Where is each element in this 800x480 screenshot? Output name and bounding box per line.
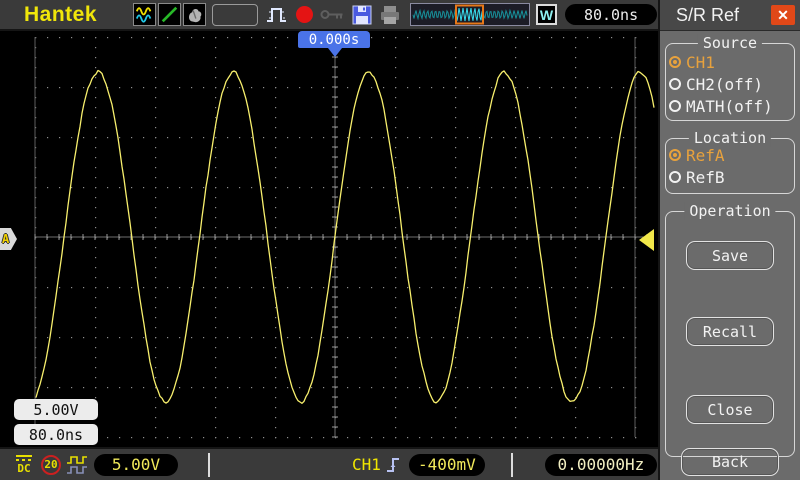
source-option-ch2-label: CH2(off) — [686, 75, 763, 94]
probe-waveform-icon-svg — [66, 454, 88, 476]
volts-per-div-label: 5.00V — [14, 399, 98, 420]
key-icon[interactable] — [320, 8, 345, 21]
menu-body: Source CH1 CH2(off) MATH(off) Location R… — [660, 31, 800, 468]
close-menu-button[interactable]: Close — [686, 395, 774, 424]
radio-icon — [669, 149, 681, 161]
status-bar: DC 20 5.00V CH1 -400mV 0.00000Hz — [0, 447, 658, 480]
time-position-marker[interactable]: 0.000s — [298, 31, 370, 48]
hantek-logo: Hantek — [24, 3, 97, 27]
empty-selector[interactable] — [212, 4, 258, 26]
operation-group-legend: Operation — [684, 202, 775, 220]
rising-edge-icon — [385, 455, 405, 475]
dc-dashed-line — [16, 459, 32, 461]
record-icon[interactable] — [296, 6, 313, 23]
probe-waveform-icon — [66, 454, 88, 476]
divider — [511, 453, 513, 477]
menu-panel: S/R Ref ✕ Source CH1 CH2(off) MATH(off) … — [658, 0, 800, 480]
close-icon[interactable]: ✕ — [771, 5, 795, 25]
top-toolbar: Hantek — [0, 0, 658, 31]
radio-icon — [669, 100, 681, 112]
divider — [208, 453, 210, 477]
time-per-div-label: 80.0ns — [14, 424, 98, 445]
rising-edge-icon-svg — [385, 455, 405, 475]
trigger-source-label: CH1 — [352, 455, 381, 474]
dc-coupling-icon: DC — [12, 455, 36, 474]
location-group: Location RefA RefB — [665, 138, 795, 194]
frequency-readout: 0.00000Hz — [545, 454, 657, 476]
pulse-icon-svg — [265, 4, 289, 26]
cursor-line-icon-svg — [160, 5, 179, 24]
source-option-ch1-label: CH1 — [686, 53, 715, 72]
channels-icon[interactable] — [133, 3, 156, 26]
menu-title: S/R Ref — [676, 5, 739, 26]
timebase-readout: 80.0ns — [565, 4, 657, 25]
menu-header: S/R Ref ✕ — [660, 0, 800, 31]
time-position-arrow-icon[interactable] — [328, 48, 342, 57]
waveform-overview[interactable] — [410, 3, 530, 26]
source-option-ch1[interactable]: CH1 — [666, 51, 794, 73]
location-option-refa-label: RefA — [686, 146, 725, 165]
location-option-refb[interactable]: RefB — [666, 166, 794, 188]
printer-icon[interactable] — [379, 5, 401, 25]
location-option-refb-label: RefB — [686, 168, 725, 187]
graticule — [0, 31, 658, 447]
source-option-ch2[interactable]: CH2(off) — [666, 73, 794, 95]
recall-button[interactable]: Recall — [686, 317, 774, 346]
pulse-icon[interactable] — [265, 4, 289, 26]
trigger-level-marker-icon[interactable] — [639, 229, 654, 251]
printer-icon-svg — [379, 5, 401, 25]
dc-coupling-label: DC — [17, 462, 30, 475]
scope-display: 0.000s A 5.00V 80.0ns — [0, 31, 658, 447]
location-group-legend: Location — [689, 129, 771, 147]
save-button[interactable]: Save — [686, 241, 774, 270]
window-icon[interactable]: W — [536, 4, 557, 25]
trigger-level-readout: -400mV — [409, 454, 485, 476]
source-group-legend: Source — [698, 34, 762, 52]
source-option-math-label: MATH(off) — [686, 97, 773, 116]
source-group: Source CH1 CH2(off) MATH(off) — [665, 43, 795, 121]
save-disk-icon[interactable] — [352, 5, 372, 25]
source-option-math[interactable]: MATH(off) — [666, 95, 794, 117]
save-disk-icon-svg — [352, 5, 372, 25]
bandwidth-limit-badge: 20 — [41, 455, 61, 475]
hand-icon-svg — [185, 5, 204, 24]
key-icon-svg — [320, 8, 345, 21]
waveform-overview-svg — [411, 4, 529, 25]
back-button[interactable]: Back — [681, 448, 779, 476]
channels-icon-svg — [135, 5, 154, 24]
location-option-refa[interactable]: RefA — [666, 144, 794, 166]
radio-icon — [669, 78, 681, 90]
operation-group: Operation Save Recall Close — [665, 211, 795, 457]
ch1-volts-readout: 5.00V — [94, 454, 178, 476]
dc-solid-line — [16, 455, 32, 457]
radio-icon — [669, 171, 681, 183]
hand-icon[interactable] — [183, 3, 206, 26]
cursor-line-icon[interactable] — [158, 3, 181, 26]
radio-icon — [669, 56, 681, 68]
